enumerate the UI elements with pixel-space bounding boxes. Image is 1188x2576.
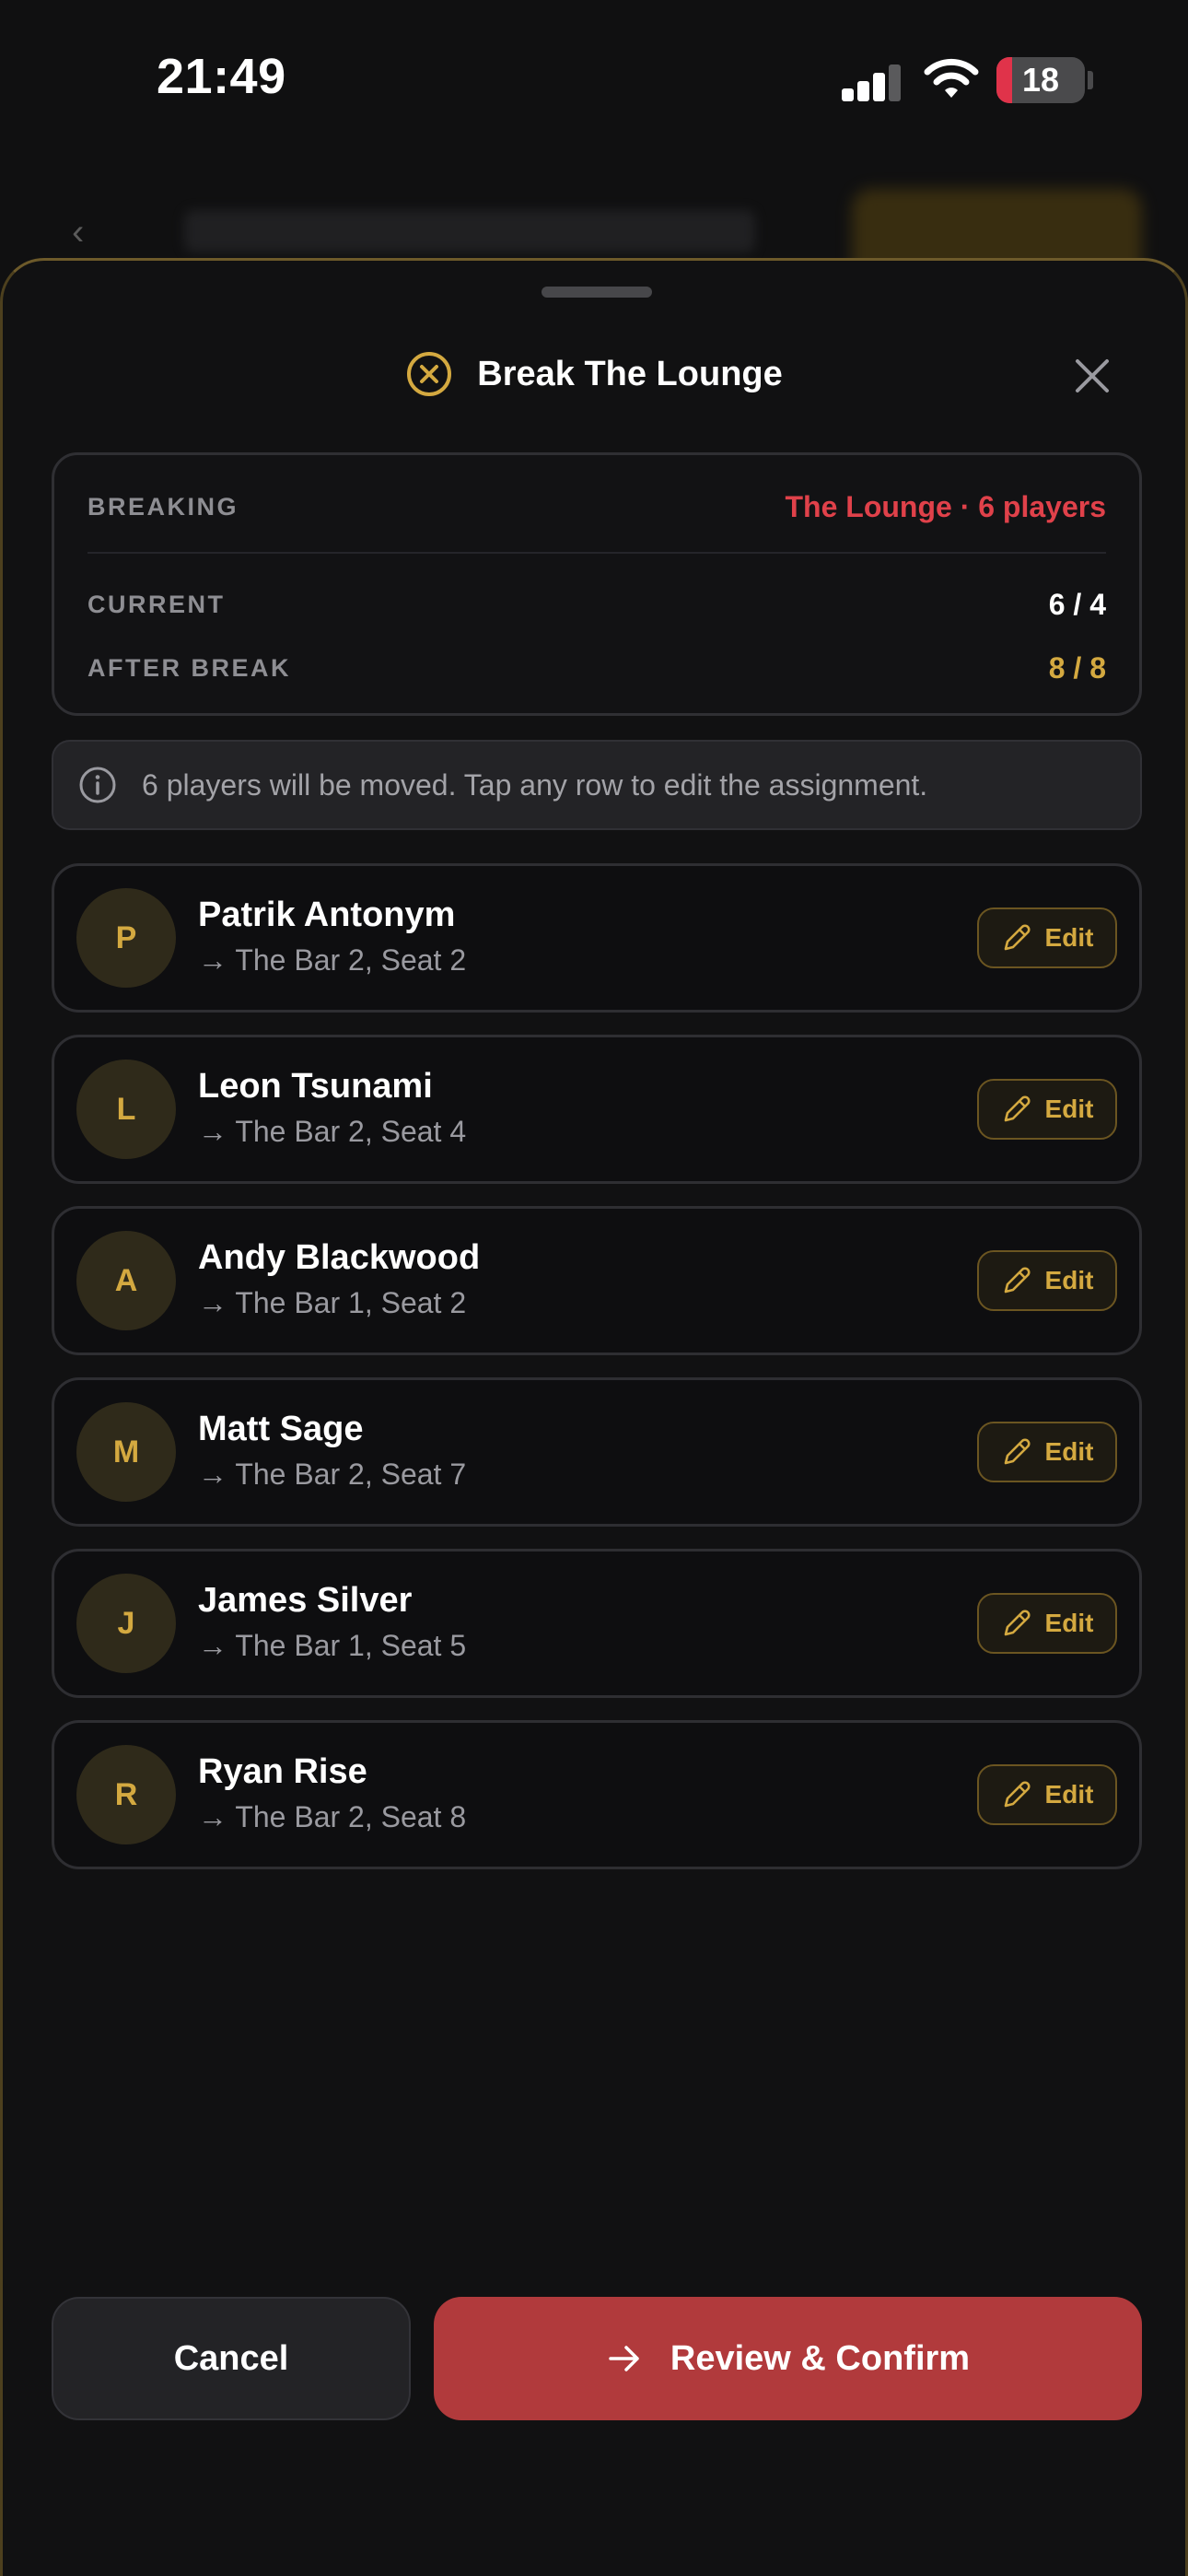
after-break-row: AFTER BREAK 8 / 8 — [87, 651, 1106, 685]
avatar: J — [76, 1574, 176, 1673]
current-row: CURRENT 6 / 4 — [87, 588, 1106, 622]
review-confirm-label: Review & Confirm — [670, 2338, 971, 2378]
info-banner: 6 players will be moved. Tap any row to … — [52, 740, 1142, 830]
player-row[interactable]: L Leon Tsunami → The Bar 2, Seat 4 Edit — [52, 1035, 1142, 1184]
breaking-row: BREAKING The Lounge · 6 players — [87, 490, 1106, 524]
pencil-icon — [1004, 1438, 1031, 1465]
cancel-button[interactable]: Cancel — [52, 2297, 411, 2420]
battery-percent: 18 — [1021, 61, 1060, 99]
sheet-header: Break The Lounge — [3, 342, 1185, 406]
player-row[interactable]: R Ryan Rise → The Bar 2, Seat 8 Edit — [52, 1720, 1142, 1869]
avatar: L — [76, 1060, 176, 1159]
arrow-right-icon: → — [198, 1800, 227, 1833]
breaking-label: BREAKING — [87, 493, 239, 521]
arrow-right-icon: → — [198, 943, 227, 977]
close-icon — [1076, 359, 1109, 392]
edit-button[interactable]: Edit — [977, 1422, 1117, 1482]
review-confirm-button[interactable]: Review & Confirm — [434, 2297, 1142, 2420]
arrow-right-icon: → — [198, 1458, 227, 1491]
player-name: Matt Sage — [198, 1410, 364, 1448]
avatar: A — [76, 1231, 176, 1330]
edit-label: Edit — [1044, 923, 1094, 952]
battery-icon: 18 — [996, 57, 1085, 103]
seat-assignment: → The Bar 2, Seat 7 — [198, 1458, 466, 1492]
wifi-icon — [924, 58, 979, 98]
seat-assignment: → The Bar 2, Seat 2 — [198, 943, 466, 978]
edit-label: Edit — [1044, 1437, 1094, 1466]
edit-label: Edit — [1044, 1095, 1094, 1123]
edit-button[interactable]: Edit — [977, 1079, 1117, 1140]
player-name: Leon Tsunami — [198, 1067, 433, 1106]
info-icon — [79, 767, 116, 803]
player-row[interactable]: P Patrik Antonym → The Bar 2, Seat 2 Edi… — [52, 863, 1142, 1013]
break-summary-card: BREAKING The Lounge · 6 players CURRENT … — [52, 452, 1142, 716]
cancel-circle-icon — [407, 352, 452, 396]
player-row[interactable]: J James Silver → The Bar 1, Seat 5 Edit — [52, 1549, 1142, 1698]
close-button[interactable] — [1062, 345, 1123, 406]
after-break-value: 8 / 8 — [1048, 651, 1106, 685]
player-name: Patrik Antonym — [198, 896, 456, 934]
seat-text: The Bar 2, Seat 7 — [235, 1458, 467, 1491]
seat-assignment: → The Bar 1, Seat 5 — [198, 1629, 466, 1663]
player-row[interactable]: A Andy Blackwood → The Bar 1, Seat 2 Edi… — [52, 1206, 1142, 1355]
sheet-grabber[interactable] — [542, 287, 652, 298]
seat-assignment: → The Bar 2, Seat 4 — [198, 1115, 466, 1149]
player-row[interactable]: M Matt Sage → The Bar 2, Seat 7 Edit — [52, 1377, 1142, 1527]
player-name: James Silver — [198, 1581, 413, 1620]
pencil-icon — [1004, 1267, 1031, 1294]
arrow-right-icon: → — [198, 1115, 227, 1148]
pencil-icon — [1004, 924, 1031, 951]
break-table-sheet: Break The Lounge BREAKING The Lounge · 6… — [0, 258, 1188, 2576]
status-time: 21:49 — [157, 49, 286, 104]
edit-label: Edit — [1044, 1780, 1094, 1809]
edit-label: Edit — [1044, 1609, 1094, 1637]
edit-label: Edit — [1044, 1266, 1094, 1294]
current-label: CURRENT — [87, 591, 226, 618]
breaking-value: The Lounge · 6 players — [785, 490, 1106, 523]
seat-text: The Bar 1, Seat 5 — [235, 1629, 467, 1662]
pencil-icon — [1004, 1095, 1031, 1122]
pencil-icon — [1004, 1610, 1031, 1636]
player-name: Ryan Rise — [198, 1752, 367, 1791]
avatar: R — [76, 1745, 176, 1844]
edit-button[interactable]: Edit — [977, 907, 1117, 968]
info-text: 6 players will be moved. Tap any row to … — [142, 767, 928, 802]
arrow-right-icon — [609, 2346, 639, 2371]
edit-button[interactable]: Edit — [977, 1764, 1117, 1825]
cellular-signal-icon — [842, 63, 903, 101]
seat-assignment: → The Bar 1, Seat 2 — [198, 1286, 466, 1320]
current-value: 6 / 4 — [1048, 588, 1106, 621]
arrow-right-icon: → — [198, 1286, 227, 1319]
avatar: P — [76, 888, 176, 988]
avatar: M — [76, 1402, 176, 1502]
seat-text: The Bar 2, Seat 4 — [235, 1115, 467, 1148]
after-break-label: AFTER BREAK — [87, 654, 291, 682]
seat-text: The Bar 1, Seat 2 — [235, 1286, 467, 1319]
seat-text: The Bar 2, Seat 8 — [235, 1800, 467, 1833]
background-back-icon: ‹ — [72, 212, 85, 252]
edit-button[interactable]: Edit — [977, 1250, 1117, 1311]
battery-tip — [1088, 71, 1093, 89]
seat-text: The Bar 2, Seat 2 — [235, 943, 467, 977]
player-name: Andy Blackwood — [198, 1238, 481, 1277]
arrow-right-icon: → — [198, 1629, 227, 1662]
background-title — [184, 210, 755, 252]
sheet-title: Break The Lounge — [477, 354, 783, 393]
seat-assignment: → The Bar 2, Seat 8 — [198, 1800, 466, 1834]
summary-divider — [87, 552, 1106, 554]
pencil-icon — [1004, 1781, 1031, 1808]
edit-button[interactable]: Edit — [977, 1593, 1117, 1654]
